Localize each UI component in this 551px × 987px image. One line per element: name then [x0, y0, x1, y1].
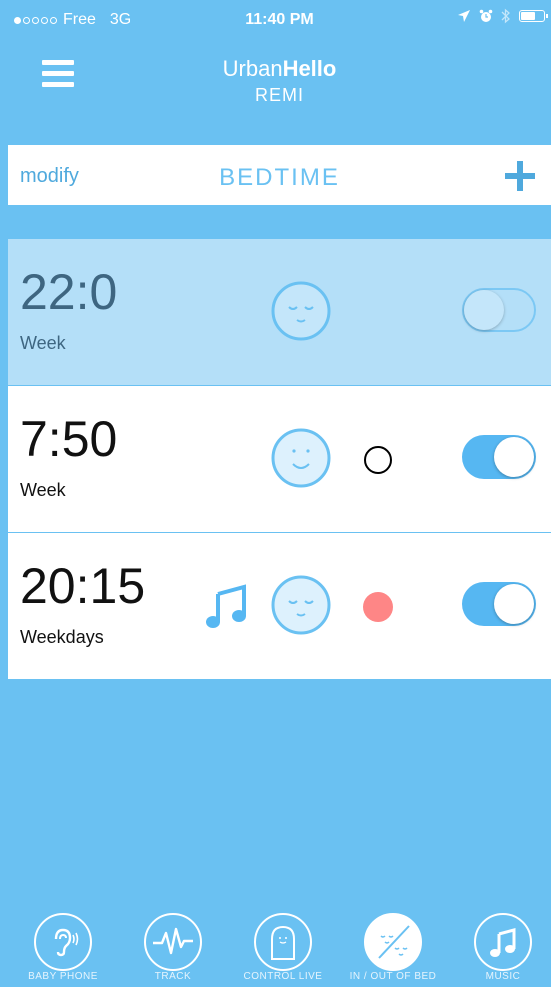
red-circle-icon: [363, 592, 393, 622]
brand-urban: Urban: [222, 56, 283, 81]
app-screen: Free 3G 11:40 PM UrbanHello REMI modify …: [8, 0, 551, 987]
tab-label: TRACK: [154, 971, 192, 982]
brand-subtitle: REMI: [255, 85, 304, 105]
battery-icon: [519, 10, 548, 22]
ear-icon: [34, 913, 92, 971]
alarm-row[interactable]: 7:50 Week: [8, 386, 551, 532]
music-note-icon: [206, 584, 246, 628]
tab-control-live[interactable]: CONTROL LIVE: [238, 913, 328, 982]
music-note-icon: [474, 913, 532, 971]
bluetooth-icon: [501, 8, 510, 24]
nav-bar: UrbanHello REMI: [8, 40, 551, 145]
alarm-label: Week: [20, 333, 66, 353]
alarm-clock-icon: [479, 9, 493, 22]
alarm-row[interactable]: 20:15 Weekdays: [8, 533, 551, 679]
sleeping-face-icon: [271, 575, 331, 635]
in-out-bed-icon: [364, 913, 422, 971]
brand-logo: UrbanHello REMI: [8, 56, 551, 106]
heartbeat-icon: [144, 913, 202, 971]
toggle-knob: [494, 437, 534, 477]
list-top-spacer: [8, 205, 551, 239]
alarm-time: 20:15: [20, 558, 146, 614]
tab-in-out-of-bed[interactable]: IN / OUT OF BED: [348, 913, 438, 982]
status-right: [457, 8, 548, 24]
toggle-knob: [464, 290, 504, 330]
location-arrow-icon: [458, 10, 470, 22]
alarm-row[interactable]: 22:0 Week: [8, 239, 551, 385]
alarm-label: Week: [20, 480, 66, 500]
page-title: BEDTIME: [219, 164, 340, 191]
sleeping-face-icon: [271, 281, 331, 341]
alarm-time: 7:50: [20, 411, 118, 467]
toggle-knob: [494, 584, 534, 624]
tab-label: MUSIC: [485, 971, 521, 982]
brand-hello: Hello: [282, 56, 337, 81]
alarm-toggle[interactable]: [462, 288, 536, 332]
smiling-face-icon: [271, 428, 331, 488]
tab-label: BABY PHONE: [28, 971, 98, 982]
tab-label: IN / OUT OF BED: [349, 971, 437, 982]
tab-music[interactable]: MUSIC: [458, 913, 548, 982]
remi-device-icon: [254, 913, 312, 971]
status-bar: Free 3G 11:40 PM: [8, 0, 551, 40]
empty-circle-icon: [364, 446, 392, 474]
add-alarm-button[interactable]: [505, 161, 535, 191]
toolbar: modify BEDTIME: [8, 145, 551, 205]
alarm-toggle[interactable]: [462, 435, 536, 479]
tab-track[interactable]: TRACK: [128, 913, 218, 982]
tab-label: CONTROL LIVE: [243, 971, 323, 982]
alarm-time: 22:0: [20, 264, 118, 320]
tab-baby-phone[interactable]: BABY PHONE: [18, 913, 108, 982]
alarm-label: Weekdays: [20, 627, 104, 647]
alarm-toggle[interactable]: [462, 582, 536, 626]
